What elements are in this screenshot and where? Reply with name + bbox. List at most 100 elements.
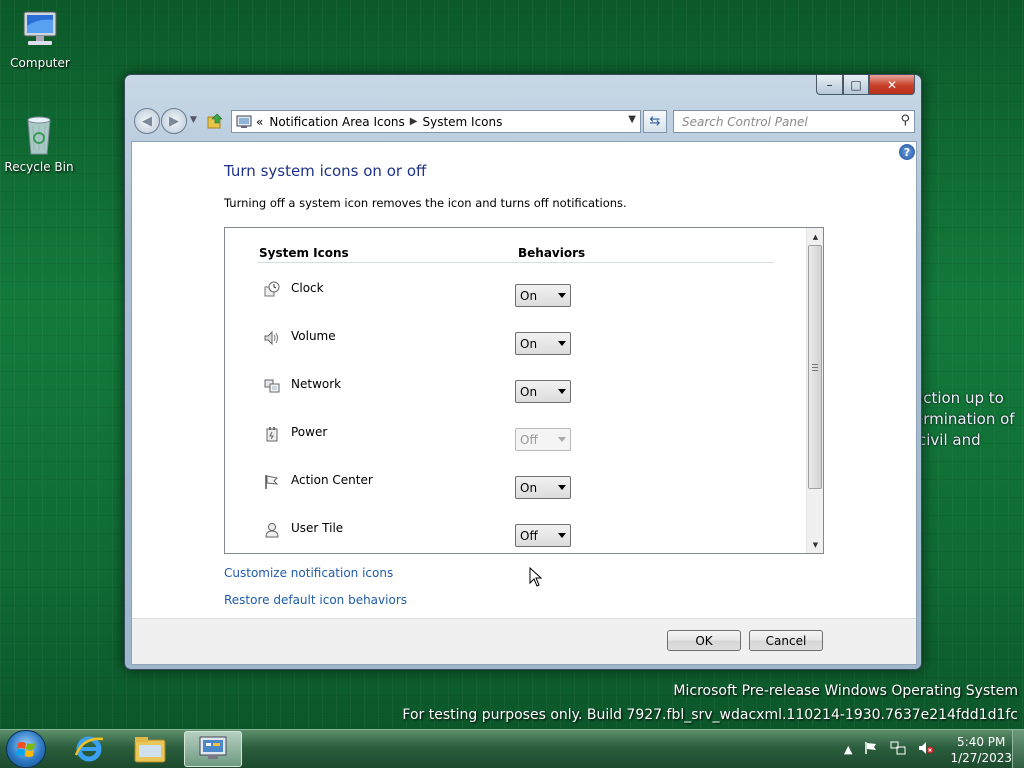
watermark-line-1: Microsoft Pre-release Windows Operating …: [673, 683, 1018, 699]
breadcrumb-separator-icon[interactable]: ▶: [410, 116, 418, 127]
volume-muted-icon[interactable]: [918, 741, 934, 758]
desktop-icon-recycle-bin[interactable]: Recycle Bin: [0, 112, 79, 174]
mouse-cursor-icon: [529, 566, 543, 587]
chevron-down-icon: [558, 389, 566, 394]
minimize-button[interactable]: –: [816, 75, 843, 95]
chevron-down-icon: [558, 341, 566, 346]
list-item-network: Network On: [225, 377, 805, 425]
chevron-down-icon: [558, 437, 566, 442]
network-icon[interactable]: [890, 741, 906, 758]
taskbar: ▲ 5:40 PM 1/27/2023: [0, 729, 1024, 768]
breadcrumb-notification-area-icons[interactable]: Notification Area Icons: [269, 115, 404, 129]
close-button[interactable]: ✕: [869, 75, 915, 95]
system-icons-list: System Icons Behaviors Clock On Volume O…: [224, 227, 824, 554]
column-header-behaviors: Behaviors: [518, 246, 586, 260]
restore-default-icon-behaviors-link[interactable]: Restore default icon behaviors: [224, 593, 407, 607]
desktop-icon-label: Computer: [10, 56, 70, 70]
chevron-down-icon: [558, 533, 566, 538]
action-center-behavior-select[interactable]: On: [515, 476, 571, 499]
windows-explorer-icon: [134, 737, 166, 763]
customize-notification-icons-link[interactable]: Customize notification icons: [224, 566, 393, 580]
watermark-line-2: For testing purposes only. Build 7927.fb…: [402, 707, 1018, 723]
desktop-icon-label: Recycle Bin: [4, 160, 74, 174]
search-placeholder: Search Control Panel: [682, 115, 808, 129]
computer-icon: [18, 8, 62, 52]
clock-time: 5:40 PM: [957, 734, 1006, 749]
show-hidden-icons-button[interactable]: ▲: [844, 743, 852, 756]
list-item-label: User Tile: [291, 521, 344, 535]
control-panel-window: – □ ✕ ◀ ▶ ▼ « Notification Area Icons ▶ …: [124, 74, 922, 670]
action-center-flag-icon: [263, 473, 281, 491]
list-item-label: Network: [291, 377, 342, 391]
list-scrollbar[interactable]: ▲ ▼: [806, 228, 823, 553]
back-button[interactable]: ◀: [134, 108, 160, 134]
network-icon: [263, 377, 281, 395]
page-description: Turning off a system icon removes the ic…: [224, 196, 627, 210]
search-icon[interactable]: ⚲: [900, 113, 910, 128]
background-window-text: action up to ermination of civil and: [914, 389, 1015, 449]
clock-date: 1/27/2023: [950, 750, 1012, 765]
recent-pages-dropdown-icon[interactable]: ▼: [190, 115, 197, 125]
power-icon: [263, 425, 281, 443]
list-item-volume: Volume On: [225, 329, 805, 377]
maximize-button[interactable]: □: [843, 75, 869, 95]
network-behavior-select[interactable]: On: [515, 380, 571, 403]
windows-logo-icon: [16, 742, 35, 757]
content-pane: ? Turn system icons on or off Turning of…: [131, 141, 917, 665]
recycle-bin-icon: [17, 112, 61, 156]
taskbar-windows-explorer[interactable]: [121, 731, 179, 767]
list-item-label: Volume: [291, 329, 336, 343]
user-tile-icon: [263, 521, 281, 539]
clock-behavior-select[interactable]: On: [515, 284, 571, 307]
search-input[interactable]: Search Control Panel ⚲: [673, 110, 915, 133]
volume-icon: [263, 329, 281, 347]
scrollbar-thumb[interactable]: [808, 245, 822, 489]
breadcrumb-overflow[interactable]: «: [256, 115, 263, 129]
show-desktop-button[interactable]: [1012, 730, 1024, 768]
header-divider: [258, 262, 774, 263]
system-clock[interactable]: 5:40 PM 1/27/2023: [950, 734, 1012, 766]
notification-area: ▲ 5:40 PM 1/27/2023: [832, 730, 1012, 768]
list-item-label: Power: [291, 425, 328, 439]
taskbar-internet-explorer[interactable]: [60, 731, 118, 767]
desktop-icon-computer[interactable]: Computer: [0, 8, 80, 70]
forward-button[interactable]: ▶: [161, 108, 187, 134]
user-tile-behavior-select[interactable]: Off: [515, 524, 571, 547]
chevron-down-icon: [558, 485, 566, 490]
chevron-down-icon: [558, 293, 566, 298]
list-item-label: Clock: [291, 281, 324, 295]
scrollbar-grip: [812, 364, 818, 371]
list-item-clock: Clock On: [225, 281, 805, 329]
clock-icon: [263, 281, 281, 299]
volume-behavior-select[interactable]: On: [515, 332, 571, 355]
internet-explorer-icon: [74, 736, 104, 762]
caption-buttons: – □ ✕: [816, 75, 915, 95]
scroll-up-arrow-icon[interactable]: ▲: [807, 228, 823, 245]
list-item-action-center: Action Center On: [225, 473, 805, 521]
ok-button[interactable]: OK: [667, 630, 741, 651]
help-icon[interactable]: ?: [899, 144, 915, 160]
column-header-system-icons: System Icons: [259, 246, 349, 260]
dialog-footer: OK Cancel: [132, 618, 916, 664]
control-panel-icon: [199, 736, 227, 759]
breadcrumb-system-icons[interactable]: System Icons: [422, 115, 502, 129]
page-title: Turn system icons on or off: [224, 162, 427, 180]
address-dropdown-icon[interactable]: ▼: [628, 114, 636, 125]
back-arrow-icon: ◀: [142, 113, 152, 129]
folder-up-icon[interactable]: [207, 113, 223, 129]
scroll-down-arrow-icon[interactable]: ▼: [807, 536, 823, 553]
forward-arrow-icon: ▶: [169, 113, 179, 129]
refresh-button[interactable]: ⇆: [643, 110, 667, 133]
control-panel-icon: [236, 115, 252, 129]
power-behavior-select: Off: [515, 428, 571, 451]
list-item-label: Action Center: [291, 473, 373, 487]
action-center-flag-icon[interactable]: [864, 741, 878, 758]
address-bar[interactable]: « Notification Area Icons ▶ System Icons…: [231, 110, 641, 133]
refresh-icon: ⇆: [649, 114, 661, 129]
list-item-power: Power Off: [225, 425, 805, 473]
cancel-button[interactable]: Cancel: [749, 630, 823, 651]
taskbar-control-panel[interactable]: [184, 731, 242, 767]
navigation-bar: ◀ ▶ ▼ « Notification Area Icons ▶ System…: [133, 107, 915, 137]
start-button[interactable]: [6, 730, 46, 768]
list-item-user-tile: User Tile Off: [225, 521, 805, 553]
